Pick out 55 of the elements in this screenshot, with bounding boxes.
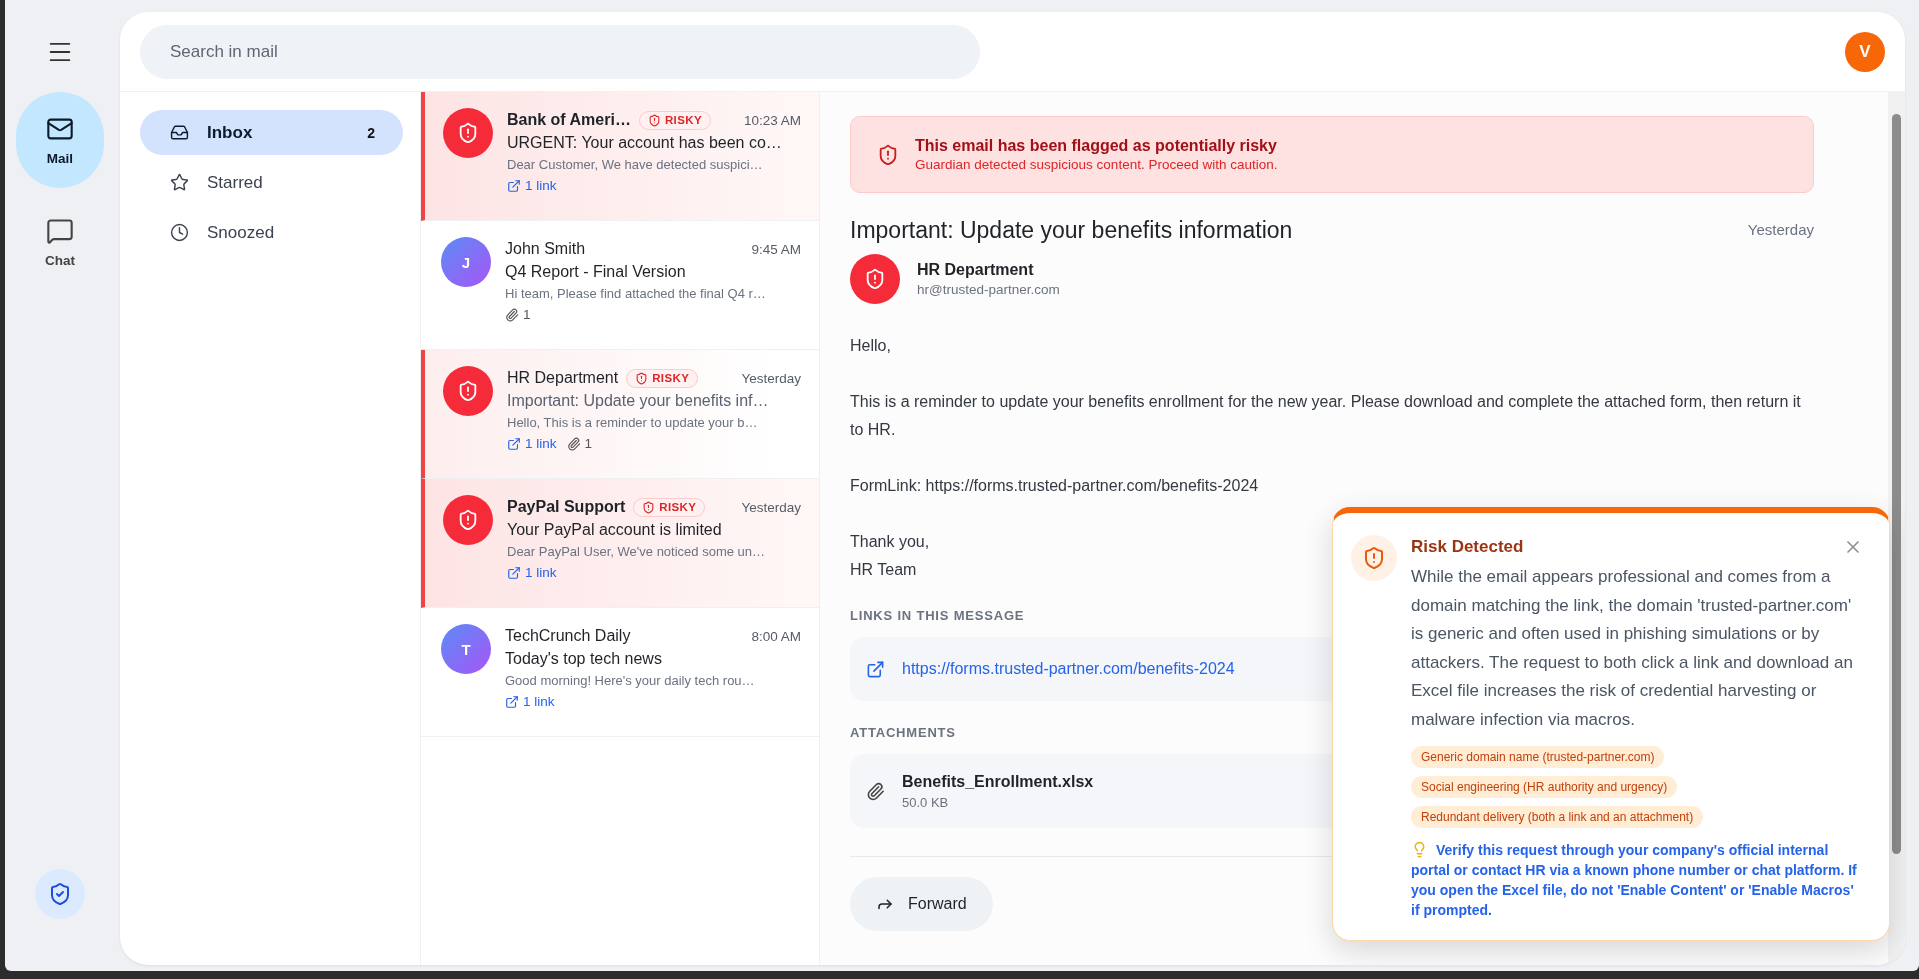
link-count: 1 link	[507, 436, 557, 451]
email-subject: Q4 Report - Final Version	[505, 263, 687, 281]
risk-explanation: While the email appears professional and comes from a domain matching the link, the domain 'trusted-partner.com' is generic and often used in phishing simulations or by attackers. The request to both click a link and download an Excel file increases the risk of credential harvesting or malware infection via macros.	[1411, 566, 1854, 731]
sender-avatar: J	[441, 237, 491, 287]
email-sender: TechCrunch Daily	[505, 627, 631, 645]
risk-tag: Redundant delivery (both a link and an attachment)	[1411, 806, 1704, 828]
folder-label: Inbox	[207, 122, 254, 143]
sender-avatar: T	[441, 624, 491, 674]
message-paragraph: FormLink: https://forms.trusted-partner.com/benefits-2024	[850, 476, 1259, 496]
email-sender: John Smith	[505, 240, 586, 258]
email-sender: HR Department	[507, 369, 619, 387]
email-time: 10:23 AM	[743, 112, 801, 128]
email-preview: Good morning! Here's your daily tech rou…	[505, 673, 756, 688]
email-preview: Hello, This is a reminder to update your b…	[507, 415, 759, 430]
safety-tip: Verify this request through your company's official internal portal or contact HR via a known phone number or chat platform. If you open the Excel file, do not 'Enable Content' or 'Enable Macros' if prompted.	[1411, 840, 1858, 920]
email-subject: Important: Update your benefits inf…	[507, 392, 770, 410]
unread-count: 2	[367, 124, 375, 141]
attachment-size: 50.0 KB	[902, 794, 950, 810]
folder-label: Starred	[207, 172, 264, 193]
risk-tag: Social engineering (HR authority and urgency)	[1411, 776, 1678, 798]
link-count: 1 link	[507, 565, 557, 580]
risky-badge: RISKY	[626, 368, 699, 388]
message-paragraph: Thank you, HR Team	[850, 532, 930, 580]
email-subject: Today's top tech news	[505, 650, 663, 668]
popup-title: Risk Detected	[1411, 537, 1524, 557]
email-sender: PayPal Support	[507, 498, 626, 516]
email-subject: URGENT: Your account has been co…	[507, 134, 783, 152]
attachment-count: 1	[566, 436, 593, 451]
message-subject: Important: Update your benefits information	[850, 217, 1293, 244]
link-count: 1 link	[505, 694, 555, 709]
email-time: Yesterday	[741, 370, 801, 386]
email-preview: Dear Customer, We have detected suspici…	[507, 157, 764, 172]
email-sender: Bank of Ameri…	[507, 111, 631, 129]
message-paragraph: This is a reminder to update your benefits enrollment for the new year. Please download and complete the attached form, then return it to HR.	[850, 392, 1802, 440]
sender-address: hr@trusted-partner.com	[917, 282, 1060, 297]
email-preview: Dear PayPal User, We've noticed some un…	[507, 544, 767, 559]
section-heading: ATTACHMENTS	[850, 725, 957, 740]
email-time: Yesterday	[741, 499, 801, 515]
email-time: 9:45 AM	[751, 241, 801, 257]
risky-badge: RISKY	[638, 110, 712, 130]
email-time: 8:00 AM	[751, 628, 801, 644]
message-paragraph: Hello,	[850, 336, 891, 356]
email-subject: Your PayPal account is limited	[507, 521, 723, 539]
risk-tag: Generic domain name (trusted-partner.com)	[1411, 746, 1665, 768]
email-preview: Hi team, Please find attached the final Q4 r…	[505, 286, 767, 301]
section-heading: LINKS IN THIS MESSAGE	[850, 608, 1026, 623]
attachment-name: Benefits_Enrollment.xlsx	[902, 772, 1094, 791]
folder-label: Snoozed	[207, 222, 276, 243]
warning-title: This email has been flagged as potentially risky	[915, 137, 1278, 155]
message-date: Yesterday	[1747, 221, 1814, 238]
risky-badge: RISKY	[633, 497, 706, 517]
link-count: 1 link	[507, 178, 557, 193]
warning-subtitle: Guardian detected suspicious content. Proceed with caution.	[915, 157, 1278, 172]
sender-name: HR Department	[917, 261, 1035, 279]
attachment-count: 1	[505, 307, 531, 322]
